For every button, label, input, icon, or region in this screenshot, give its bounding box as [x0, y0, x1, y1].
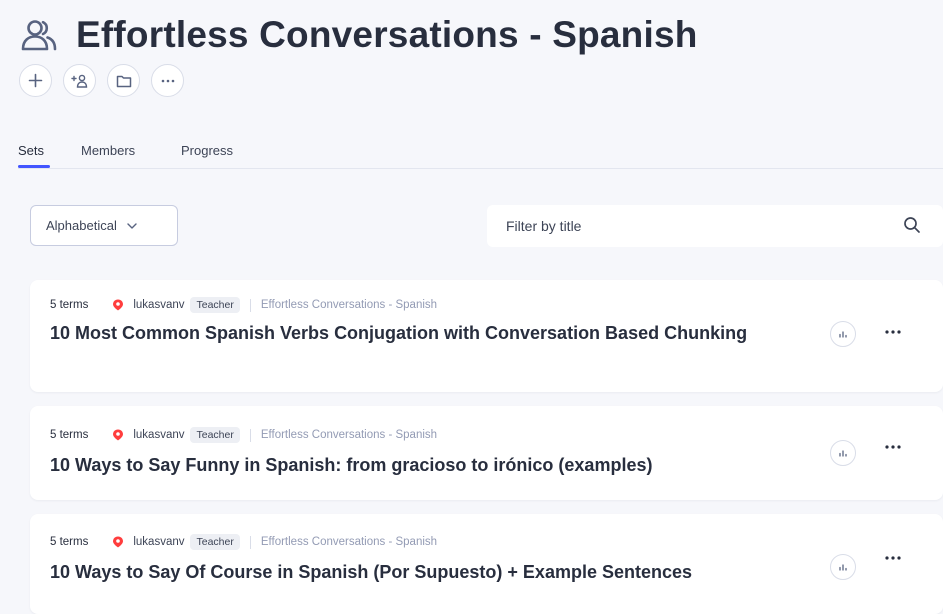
group-icon [18, 14, 60, 56]
chevron-down-icon [127, 222, 137, 229]
add-member-icon [71, 74, 88, 88]
set-card[interactable]: 5 terms lukasvanv Teacher Effortless Con… [30, 514, 943, 614]
tab-bar: Sets Members Progress [18, 140, 943, 169]
folder-icon [116, 74, 132, 88]
filter-box [487, 205, 943, 247]
term-count: 5 terms [50, 536, 89, 548]
set-title[interactable]: 10 Most Common Spanish Verbs Conjugation… [50, 320, 780, 347]
tab-sets[interactable]: Sets [18, 143, 44, 158]
set-title[interactable]: 10 Ways to Say Of Course in Spanish (Por… [50, 559, 780, 586]
bar-chart-icon [838, 330, 848, 338]
bar-chart-icon [838, 563, 848, 571]
more-icon [885, 330, 901, 334]
sort-dropdown[interactable]: Alphabetical [30, 205, 178, 246]
role-badge: Teacher [190, 427, 240, 443]
more-icon [885, 445, 901, 449]
set-meta: 5 terms lukasvanv Teacher Effortless Con… [50, 534, 437, 550]
add-icon [28, 73, 43, 88]
progress-stats-button[interactable] [830, 554, 856, 580]
active-tab-indicator [18, 165, 50, 168]
meta-divider [249, 535, 251, 549]
page-title: Effortless Conversations - Spanish [76, 14, 698, 55]
more-options-button[interactable] [151, 64, 184, 97]
bar-chart-icon [838, 449, 848, 457]
term-count: 5 terms [50, 299, 89, 311]
more-icon [885, 556, 901, 560]
filter-input[interactable] [504, 217, 868, 235]
set-meta: 5 terms lukasvanv Teacher Effortless Con… [50, 427, 437, 443]
avatar [112, 536, 124, 548]
creator-username[interactable]: lukasvanv [133, 299, 184, 311]
meta-divider [249, 428, 251, 442]
set-meta: 5 terms lukasvanv Teacher Effortless Con… [50, 297, 437, 313]
group-actions [19, 64, 184, 97]
add-set-button[interactable] [19, 64, 52, 97]
avatar [112, 299, 124, 311]
progress-stats-button[interactable] [830, 440, 856, 466]
progress-stats-button[interactable] [830, 321, 856, 347]
creator-username[interactable]: lukasvanv [133, 536, 184, 548]
avatar [112, 429, 124, 441]
card-more-button[interactable] [881, 440, 905, 454]
meta-divider [249, 298, 251, 312]
role-badge: Teacher [190, 297, 240, 313]
folder-link[interactable]: Effortless Conversations - Spanish [261, 299, 437, 311]
page-header: Effortless Conversations - Spanish [18, 14, 698, 56]
folder-link[interactable]: Effortless Conversations - Spanish [261, 429, 437, 441]
add-member-button[interactable] [63, 64, 96, 97]
creator-username[interactable]: lukasvanv [133, 429, 184, 441]
set-card[interactable]: 5 terms lukasvanv Teacher Effortless Con… [30, 280, 943, 392]
sort-label: Alphabetical [46, 218, 117, 233]
set-title[interactable]: 10 Ways to Say Funny in Spanish: from gr… [50, 452, 780, 479]
add-to-folder-button[interactable] [107, 64, 140, 97]
folder-link[interactable]: Effortless Conversations - Spanish [261, 536, 437, 548]
card-more-button[interactable] [881, 325, 905, 339]
search-icon[interactable] [903, 216, 921, 234]
role-badge: Teacher [190, 534, 240, 550]
tab-progress[interactable]: Progress [181, 143, 233, 158]
more-icon [161, 79, 175, 83]
set-card[interactable]: 5 terms lukasvanv Teacher Effortless Con… [30, 406, 943, 500]
term-count: 5 terms [50, 429, 89, 441]
card-more-button[interactable] [881, 551, 905, 565]
tab-members[interactable]: Members [81, 143, 135, 158]
